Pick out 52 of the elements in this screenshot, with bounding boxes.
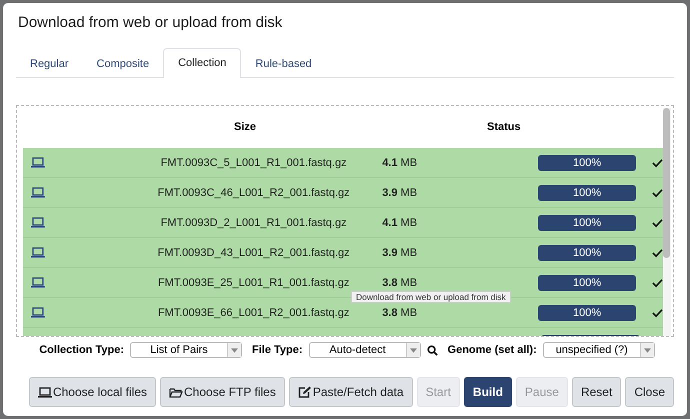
dropdown[interactable]: unspecified (?) xyxy=(542,342,655,358)
laptop-icon xyxy=(31,247,45,258)
progress-text: 100% xyxy=(572,306,602,320)
edit-icon xyxy=(298,386,312,398)
progress-text: 100% xyxy=(572,186,602,200)
file-name: FMT.0093D_43_L001_R2_001.fastq.gz xyxy=(156,246,351,258)
column-header: Size xyxy=(234,121,256,133)
setting-label: Genome (set all): xyxy=(448,344,537,356)
action-button[interactable]: Choose local files xyxy=(28,377,156,407)
action-button[interactable]: Build xyxy=(464,377,512,407)
progress-text: 100% xyxy=(572,276,602,290)
file-size: 3.9 MB xyxy=(381,246,418,258)
dropdown[interactable]: List of Pairs xyxy=(130,342,242,358)
laptop-icon xyxy=(31,157,45,168)
action-button[interactable]: Paste/Fetch data xyxy=(288,377,413,407)
progress-text: 100% xyxy=(572,216,602,230)
file-size: 4.1 MB xyxy=(381,216,418,228)
file-name: FMT.0093C_5_L001_R1_001.fastq.gz xyxy=(160,156,348,168)
setting-label: File Type: xyxy=(252,344,303,356)
dropdown[interactable]: Auto-detect xyxy=(308,342,421,358)
folder-icon xyxy=(169,386,184,398)
progress-text: 100% xyxy=(572,156,602,170)
file-size: 4.1 MB xyxy=(381,156,418,168)
progress-text: 100% xyxy=(572,246,602,260)
action-button[interactable]: Choose FTP files xyxy=(160,377,285,407)
action-button[interactable]: Close xyxy=(625,377,674,407)
caret-icon xyxy=(644,348,651,352)
file-name: FMT.0093D_2_L001_R1_001.fastq.gz xyxy=(160,216,348,228)
tab[interactable]: Regular xyxy=(16,48,83,78)
laptop-icon xyxy=(31,307,45,318)
file-size: 3.8 MB xyxy=(381,276,418,288)
laptop-icon xyxy=(31,187,45,198)
laptop-icon xyxy=(31,277,45,288)
laptop-icon xyxy=(38,386,52,398)
action-button[interactable]: Reset xyxy=(572,377,622,407)
file-name: FMT.0093E_66_L001_R2_001.fastq.gz xyxy=(156,306,350,318)
search-icon[interactable] xyxy=(426,344,438,356)
caret-icon xyxy=(410,348,417,352)
file-size: 3.8 MB xyxy=(381,306,418,318)
tooltip: Download from web or upload from disk xyxy=(351,291,511,303)
caret-icon xyxy=(230,348,238,352)
column-header: Status xyxy=(487,121,521,133)
scrollbar-thumb[interactable] xyxy=(663,108,670,258)
file-size: 3.9 MB xyxy=(381,186,418,198)
dialog-title: Download from web or upload from disk xyxy=(17,13,284,33)
tab[interactable]: Collection xyxy=(163,48,242,78)
file-name: FMT.0093E_25_L001_R1_001.fastq.gz xyxy=(156,276,350,288)
tab[interactable]: Rule-based xyxy=(241,48,326,78)
laptop-icon xyxy=(31,217,45,228)
tab[interactable]: Composite xyxy=(82,48,164,78)
setting-label: Collection Type: xyxy=(39,344,124,356)
file-name: FMT.0093C_46_L001_R2_001.fastq.gz xyxy=(156,186,351,198)
